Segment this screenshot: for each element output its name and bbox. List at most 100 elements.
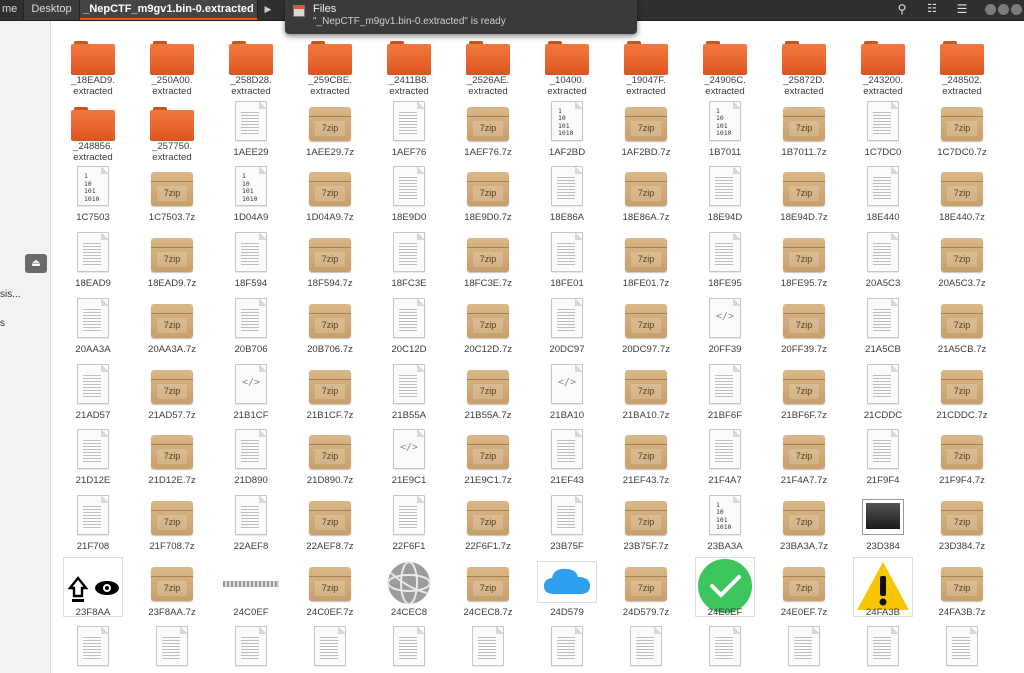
file-item[interactable]: 24E0EF	[685, 556, 765, 621]
file-item[interactable]: 24CEC8	[369, 557, 449, 621]
file-item[interactable]: 20AA3A	[53, 294, 133, 358]
file-item[interactable]: 18FE95	[685, 228, 765, 292]
file-item[interactable]: 1C7DC0	[843, 97, 923, 161]
file-item[interactable]: 7zip 1B7011.7z	[764, 97, 844, 161]
file-item[interactable]: 7zip 21CDDC.7z	[922, 360, 1002, 424]
file-item[interactable]: 18E440	[843, 162, 923, 226]
file-item[interactable]: 7zip 23F8AA.7z	[132, 557, 212, 621]
file-item[interactable]: _18EAD9. extracted	[53, 31, 133, 97]
file-item[interactable]: 21A5CB	[843, 294, 923, 358]
file-item[interactable]: _258D28. extracted	[211, 31, 291, 97]
file-item[interactable]: 7zip 18E9D0.7z	[448, 162, 528, 226]
file-item[interactable]: 18FC3E	[369, 228, 449, 292]
file-item[interactable]: </> 21E9C1	[369, 425, 449, 489]
file-item[interactable]: 7zip 18EAD9.7z	[132, 228, 212, 292]
file-item[interactable]: 7zip 1AF2BD.7z	[606, 97, 686, 161]
sidebar-item-label[interactable]: sis...	[0, 289, 21, 300]
file-item[interactable]: 21CDDC	[843, 360, 923, 424]
file-item[interactable]: _2411B8. extracted	[369, 31, 449, 97]
file-item[interactable]: 1 10 101 1010 1B7011	[685, 97, 765, 161]
file-item[interactable]	[132, 622, 212, 673]
file-item[interactable]: 7zip 20AA3A.7z	[132, 294, 212, 358]
file-item[interactable]: 7zip 21B1CF.7z	[290, 360, 370, 424]
file-item[interactable]	[211, 622, 291, 673]
sidebar-item-label[interactable]: s	[0, 318, 5, 329]
eject-icon[interactable]: ⏏	[25, 254, 47, 273]
file-item[interactable]	[448, 622, 528, 673]
file-item[interactable]: _243200. extracted	[843, 31, 923, 97]
file-item[interactable]: 7zip 24C0EF.7z	[290, 557, 370, 621]
file-item[interactable]: 7zip 24FA3B.7z	[922, 557, 1002, 621]
file-item[interactable]: 22AEF8	[211, 491, 291, 555]
file-item[interactable]: 7zip 23B75F.7z	[606, 491, 686, 555]
file-item[interactable]: 7zip 21EF43.7z	[606, 425, 686, 489]
file-item[interactable]: 20A5C3	[843, 228, 923, 292]
file-item[interactable]: 7zip 22AEF8.7z	[290, 491, 370, 555]
file-item[interactable]: 7zip 18FC3E.7z	[448, 228, 528, 292]
file-item[interactable]: 22F6F1	[369, 491, 449, 555]
file-item[interactable]: 7zip 21F4A7.7z	[764, 425, 844, 489]
file-item[interactable]: 7zip 23D384.7z	[922, 491, 1002, 555]
file-item[interactable]: 7zip 20FF39.7z	[764, 294, 844, 358]
file-item[interactable]: 7zip 1D04A9.7z	[290, 162, 370, 226]
file-item[interactable]: </> 20FF39	[685, 294, 765, 358]
file-item[interactable]: 1 10 101 1010 1C7503	[53, 162, 133, 226]
file-item[interactable]: 1 10 101 1010 23BA3A	[685, 491, 765, 555]
notification-popup[interactable]: Files "_NepCTF_m9gv1.bin-0.extracted" is…	[285, 0, 637, 34]
file-item[interactable]: 7zip 21A5CB.7z	[922, 294, 1002, 358]
breadcrumb-forward-arrow-icon[interactable]: ▶	[260, 0, 276, 20]
file-item[interactable]: 7zip 20DC97.7z	[606, 294, 686, 358]
file-item[interactable]: 21BF6F	[685, 360, 765, 424]
file-item[interactable]: 1AEF76	[369, 97, 449, 161]
file-item[interactable]: 1AEE29	[211, 97, 291, 161]
file-item[interactable]: 7zip 21D12E.7z	[132, 425, 212, 489]
file-item[interactable]	[764, 622, 844, 673]
file-item[interactable]: 1 10 101 1010 1AF2BD	[527, 97, 607, 161]
file-item[interactable]: _248856. extracted	[53, 97, 133, 163]
file-item[interactable]: 7zip 21BA10.7z	[606, 360, 686, 424]
file-item[interactable]: 21EF43	[527, 425, 607, 489]
file-item[interactable]: _250A00. extracted	[132, 31, 212, 97]
file-item[interactable]: 21F9F4	[843, 425, 923, 489]
hamburger-menu-icon[interactable]: ☰	[948, 0, 976, 20]
file-item[interactable]: _257750. extracted	[132, 97, 212, 163]
file-item[interactable]: _248502. extracted	[922, 31, 1002, 97]
file-item[interactable]: 7zip 18F594.7z	[290, 228, 370, 292]
file-item[interactable]: 18F594	[211, 228, 291, 292]
file-item[interactable]: 23B75F	[527, 491, 607, 555]
file-item[interactable]: 7zip 18E86A.7z	[606, 162, 686, 226]
file-item[interactable]: _19047F. extracted	[606, 31, 686, 97]
file-item[interactable]: 7zip 21F708.7z	[132, 491, 212, 555]
file-item[interactable]: _259CBE. extracted	[290, 31, 370, 97]
file-item[interactable]: 7zip 24E0EF.7z	[764, 557, 844, 621]
file-item[interactable]: 1 10 101 1010 1D04A9	[211, 162, 291, 226]
file-item[interactable]: 7zip 22F6F1.7z	[448, 491, 528, 555]
file-item[interactable]: 7zip 21F9F4.7z	[922, 425, 1002, 489]
minimize-window-button[interactable]	[985, 4, 996, 15]
search-icon[interactable]: ⚲	[888, 0, 916, 20]
breadcrumb-current-folder[interactable]: _NepCTF_m9gv1.bin-0.extracted	[80, 0, 258, 20]
file-item[interactable]: 18FE01	[527, 228, 607, 292]
file-item[interactable]: 7zip 20A5C3.7z	[922, 228, 1002, 292]
close-window-button[interactable]	[1011, 4, 1022, 15]
file-item[interactable]: 20C12D	[369, 294, 449, 358]
file-item[interactable]: 7zip 1C7DC0.7z	[922, 97, 1002, 161]
file-item[interactable]: _2526AE. extracted	[448, 31, 528, 97]
file-item[interactable]: 7zip 21D890.7z	[290, 425, 370, 489]
file-item[interactable]: 7zip 21AD57.7z	[132, 360, 212, 424]
file-item[interactable]: 18E94D	[685, 162, 765, 226]
file-item[interactable]	[922, 622, 1002, 673]
file-item[interactable]: 7zip 1C7503.7z	[132, 162, 212, 226]
file-item[interactable]: </> 21BA10	[527, 360, 607, 424]
file-item[interactable]: _25872D. extracted	[764, 31, 844, 97]
file-item[interactable]: 24D579	[527, 557, 607, 621]
file-item[interactable]: _24906C. extracted	[685, 31, 765, 97]
file-item[interactable]: 21AD57	[53, 360, 133, 424]
file-item[interactable]: 7zip 1AEE29.7z	[290, 97, 370, 161]
file-item[interactable]: 23F8AA	[53, 556, 133, 621]
file-item[interactable]: 7zip 24D579.7z	[606, 557, 686, 621]
view-options-icon[interactable]: ☷	[918, 0, 946, 20]
file-item[interactable]: 24C0EF	[211, 557, 291, 621]
file-item[interactable]	[369, 622, 449, 673]
file-item[interactable]: 7zip 21B55A.7z	[448, 360, 528, 424]
